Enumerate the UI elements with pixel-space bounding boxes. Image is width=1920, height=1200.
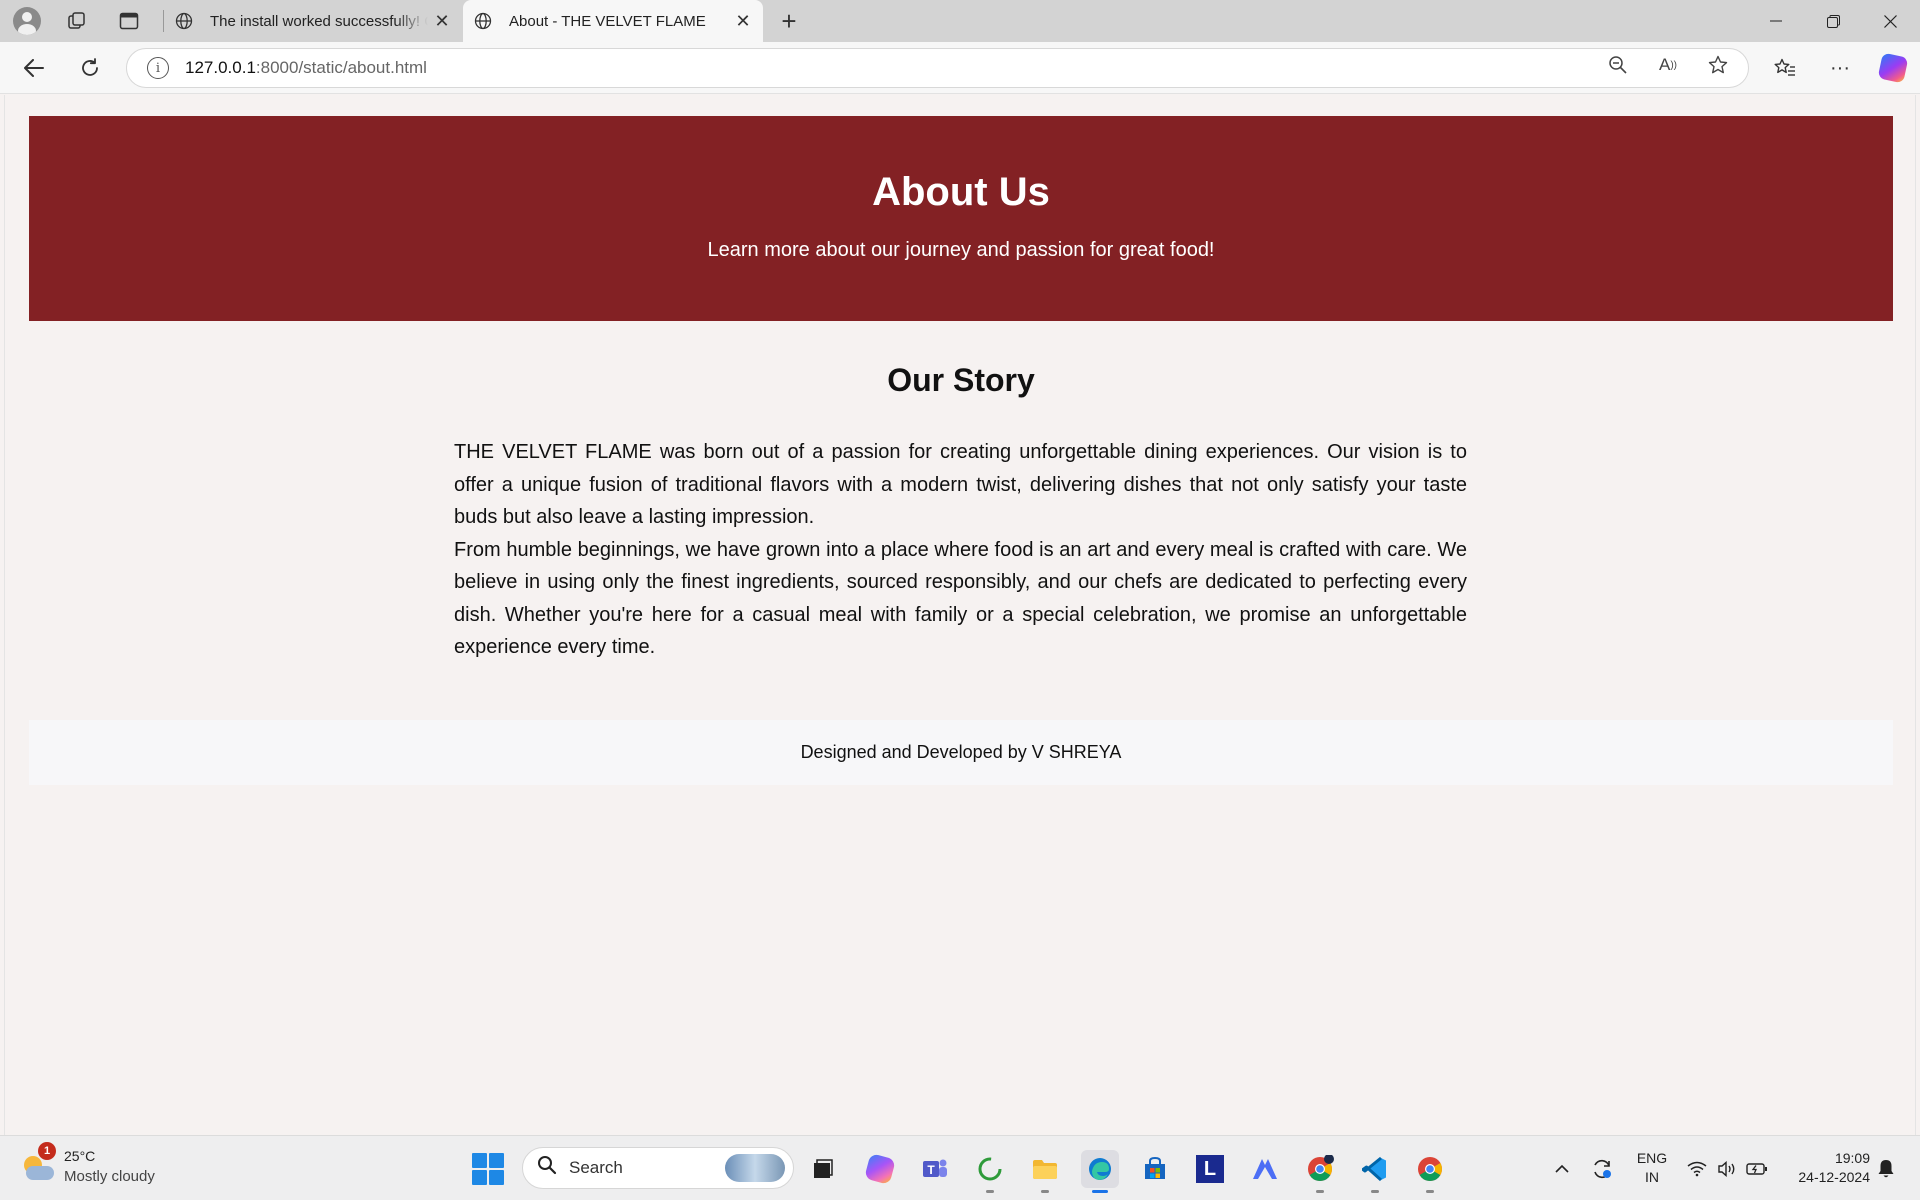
weather-condition: Mostly cloudy [64, 1168, 155, 1185]
region-code: IN [1645, 1169, 1659, 1185]
cloudy-weather-icon [22, 1156, 56, 1182]
url-host: 127.0.0.1 [185, 58, 256, 77]
copilot-icon[interactable] [861, 1150, 899, 1188]
browser-titlebar: The install worked successfully! Congrat… [0, 0, 1920, 42]
volume-icon[interactable] [1714, 1136, 1740, 1200]
store-icon[interactable] [1136, 1150, 1174, 1188]
minimize-icon[interactable] [1748, 0, 1804, 42]
footer-credit: Designed and Developed by V SHREYA [800, 742, 1122, 762]
tab-title: About - THE VELVET FLAME [509, 12, 706, 30]
search-highlight-image [725, 1154, 785, 1182]
chrome-icon[interactable] [1411, 1150, 1449, 1193]
info-icon[interactable]: i [147, 57, 169, 79]
running-indicator [1316, 1190, 1324, 1193]
vpn-icon[interactable] [1246, 1150, 1284, 1188]
page-viewport: About Us Learn more about our journey an… [4, 95, 1916, 1135]
restore-icon[interactable] [1805, 0, 1861, 42]
chrome-icon[interactable] [1301, 1150, 1339, 1193]
page-footer: Designed and Developed by V SHREYA [29, 720, 1893, 785]
edge-icon[interactable] [1081, 1150, 1119, 1193]
clock-time: 19:09 [1834, 1150, 1870, 1166]
clock-date: 24-12-2024 [1798, 1169, 1870, 1185]
search-icon [537, 1155, 557, 1181]
tab-title: The install worked successfully! Congrat… [210, 12, 428, 30]
close-icon[interactable]: ✕ [729, 11, 757, 32]
language-code: ENG [1636, 1150, 1668, 1166]
window-close-icon[interactable] [1862, 0, 1918, 42]
running-indicator [986, 1190, 994, 1193]
active-indicator [1092, 1190, 1108, 1193]
file-explorer-dark-icon[interactable] [804, 1150, 842, 1188]
story-heading: Our Story [887, 362, 1035, 398]
zoom-out-icon[interactable] [1603, 50, 1633, 80]
running-indicator [1426, 1190, 1434, 1193]
close-icon[interactable]: ✕ [428, 11, 456, 32]
story-paragraph-2: From humble beginnings, we have grown in… [454, 538, 1467, 659]
language-indicator[interactable]: ENG IN [1632, 1149, 1672, 1187]
url-path: :8000/static/about.html [255, 58, 427, 77]
workspaces-icon[interactable] [60, 4, 94, 38]
page-title: About Us [872, 170, 1050, 214]
favorite-star-icon[interactable] [1703, 50, 1733, 80]
new-tab-icon[interactable]: + [772, 4, 806, 38]
teams-icon[interactable]: T [916, 1150, 954, 1188]
l-app-icon[interactable]: L [1191, 1150, 1229, 1188]
chevron-up-icon[interactable] [1550, 1136, 1574, 1200]
refresh-app-icon[interactable] [971, 1150, 1009, 1193]
tab-actions-icon[interactable] [112, 4, 146, 38]
tab-django-install[interactable]: The install worked successfully! Congrat… [164, 0, 462, 42]
weather-temperature: 25°C [64, 1148, 96, 1164]
globe-icon [471, 12, 495, 30]
story-section: THE VELVET FLAME was born out of a passi… [454, 436, 1467, 664]
notification-bell-icon[interactable] [1872, 1136, 1900, 1200]
copilot-icon[interactable] [1875, 50, 1911, 86]
hero-subtitle: Learn more about our journey and passion… [707, 239, 1215, 261]
more-icon[interactable]: ··· [1822, 50, 1858, 86]
wifi-icon[interactable] [1684, 1136, 1710, 1200]
system-clock[interactable]: 19:09 24-12-2024 [1778, 1149, 1870, 1187]
folder-icon[interactable] [1026, 1150, 1064, 1193]
running-indicator [1371, 1190, 1379, 1193]
battery-icon[interactable] [1744, 1136, 1770, 1200]
read-aloud-icon[interactable]: A)) [1653, 50, 1683, 80]
svg-text:T: T [927, 1163, 935, 1177]
address-bar[interactable]: i 127.0.0.1:8000/static/about.html [126, 48, 1749, 88]
profile-icon[interactable] [10, 4, 44, 38]
refresh-icon[interactable] [72, 50, 108, 86]
notification-badge: 1 [38, 1142, 56, 1160]
vscode-icon[interactable] [1356, 1150, 1394, 1193]
sync-icon[interactable] [1588, 1136, 1616, 1200]
search-label: Search [569, 1158, 623, 1177]
start-windows-icon[interactable] [472, 1153, 504, 1185]
globe-icon [172, 12, 196, 30]
browser-toolbar: i 127.0.0.1:8000/static/about.html A)) ·… [0, 42, 1920, 94]
taskbar-search[interactable]: Search [522, 1147, 794, 1189]
favorites-icon[interactable] [1767, 50, 1803, 86]
weather-widget[interactable]: 1 25°C Mostly cloudy [22, 1142, 162, 1190]
tab-about-velvet-flame[interactable]: About - THE VELVET FLAME ✕ [463, 0, 763, 42]
hero-banner: About Us Learn more about our journey an… [29, 116, 1893, 321]
running-indicator [1041, 1190, 1049, 1193]
back-icon[interactable] [16, 50, 52, 86]
windows-taskbar: 1 25°C Mostly cloudy Search T L ENG IN 1… [0, 1135, 1920, 1200]
story-paragraph-1: THE VELVET FLAME was born out of a passi… [454, 441, 1467, 528]
